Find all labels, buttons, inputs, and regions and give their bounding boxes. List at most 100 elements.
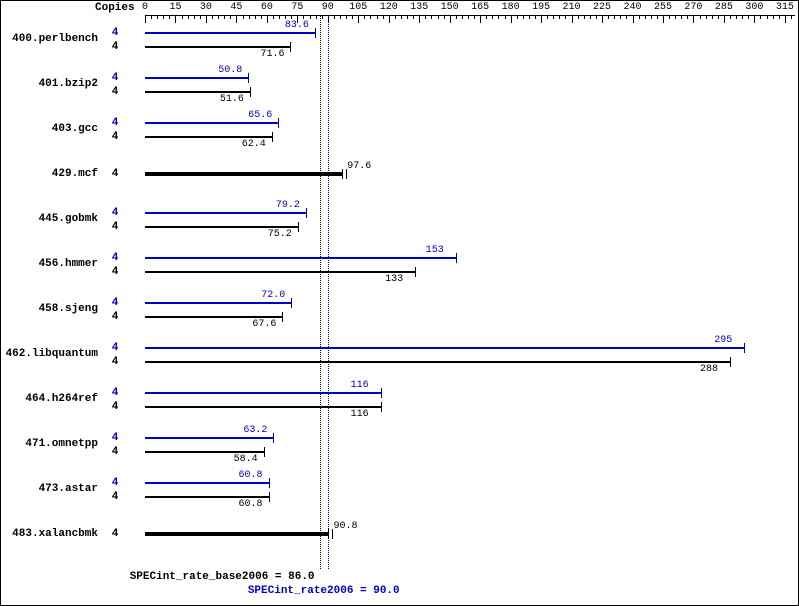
- axis-tick-minor: [620, 15, 621, 19]
- copies-peak: 4: [100, 72, 130, 84]
- copies-base: 4: [100, 266, 130, 278]
- axis-tick-minor: [425, 15, 426, 19]
- axis-tick-label: 255: [654, 2, 672, 13]
- axis-tick-minor: [462, 15, 463, 19]
- axis-tick-label: 75: [291, 2, 303, 13]
- axis-tick-minor: [748, 15, 749, 19]
- axis-tick-label: 270: [684, 2, 702, 13]
- axis-tick-minor: [218, 15, 219, 19]
- axis-tick-minor: [200, 15, 201, 19]
- value-label-peak: 63.2: [243, 425, 267, 436]
- axis-tick-minor: [285, 15, 286, 19]
- value-label-peak: 50.8: [218, 65, 242, 76]
- benchmark-name: 458.sjeng: [0, 303, 98, 315]
- bar-whisker: [306, 208, 307, 218]
- axis-tick-minor: [182, 15, 183, 19]
- axis-tick-minor: [529, 15, 530, 19]
- axis-tick-minor: [407, 15, 408, 19]
- axis-tick-minor: [779, 15, 780, 19]
- axis-tick-minor: [535, 15, 536, 19]
- axis-tick-minor: [444, 15, 445, 19]
- axis-tick-major: [724, 15, 725, 23]
- reference-line-peak_value: [328, 15, 329, 569]
- axis-tick-minor: [322, 15, 323, 19]
- axis-tick-major: [480, 15, 481, 23]
- value-label-base: 60.8: [239, 499, 263, 510]
- axis-tick-minor: [169, 15, 170, 19]
- axis-tick-minor: [791, 15, 792, 19]
- bar-base: [145, 46, 290, 48]
- bar-peak: [145, 347, 744, 349]
- axis-tick-minor: [626, 15, 627, 19]
- axis-tick-minor: [316, 15, 317, 19]
- bar-base: [145, 271, 415, 273]
- axis-tick-minor: [279, 15, 280, 19]
- axis-tick-minor: [675, 15, 676, 19]
- axis-tick-minor: [474, 15, 475, 19]
- axis-tick-label: 240: [623, 2, 641, 13]
- axis-tick-label: 165: [471, 2, 489, 13]
- copies-base: 4: [100, 491, 130, 503]
- axis-tick-label: 225: [593, 2, 611, 13]
- axis-tick-minor: [151, 15, 152, 19]
- axis-tick-label: 210: [563, 2, 581, 13]
- bar-base: [145, 496, 269, 498]
- axis-tick-label: 315: [776, 2, 794, 13]
- axis-tick-minor: [742, 15, 743, 19]
- axis-tick-minor: [639, 15, 640, 19]
- bar-whisker: [269, 478, 270, 488]
- axis-tick-label: 45: [230, 2, 242, 13]
- axis-tick-minor: [188, 15, 189, 19]
- value-label-base: 288: [700, 364, 718, 375]
- bar-peak: [145, 77, 248, 79]
- axis-tick-minor: [243, 15, 244, 19]
- axis-tick-minor: [517, 15, 518, 19]
- axis-tick-minor: [706, 15, 707, 19]
- axis-tick-minor: [590, 15, 591, 19]
- axis-tick-minor: [614, 15, 615, 19]
- axis-tick-label: 135: [410, 2, 428, 13]
- bar-whisker: [269, 492, 270, 502]
- bar-whisker: [273, 433, 274, 443]
- bar-base: [145, 451, 264, 453]
- bar-peak: [145, 437, 273, 439]
- axis-tick-major: [602, 15, 603, 23]
- value-label-base: 75.2: [268, 229, 292, 240]
- axis-tick-label: 90: [322, 2, 334, 13]
- value-label-base: 58.4: [234, 454, 258, 465]
- value-label-base: 71.6: [260, 49, 284, 60]
- axis-tick-label: 15: [169, 2, 181, 13]
- axis-tick-minor: [261, 15, 262, 19]
- bar-whisker: [730, 357, 731, 367]
- axis-tick-minor: [523, 15, 524, 19]
- copies-base: 4: [100, 41, 130, 53]
- bar-whisker: [298, 222, 299, 232]
- axis-tick-minor: [401, 15, 402, 19]
- axis-tick-minor: [547, 15, 548, 19]
- copies-base: 4: [100, 86, 130, 98]
- axis-tick-major: [511, 15, 512, 23]
- copies-base: 4: [100, 221, 130, 233]
- axis-tick-minor: [456, 15, 457, 19]
- bar-combined: [145, 172, 343, 176]
- bar-whisker: [381, 388, 382, 398]
- axis-tick-minor: [505, 15, 506, 19]
- axis-tick-minor: [498, 15, 499, 19]
- summary-base: SPECint_rate_base2006 = 86.0: [130, 571, 315, 583]
- axis-tick-major: [450, 15, 451, 23]
- axis-tick-major: [663, 15, 664, 23]
- axis-tick-major: [206, 15, 207, 23]
- benchmark-name: 464.h264ref: [0, 393, 98, 405]
- axis-tick-minor: [559, 15, 560, 19]
- copies-header: Copies: [95, 2, 135, 14]
- axis-tick-minor: [291, 15, 292, 19]
- axis-tick-minor: [492, 15, 493, 19]
- axis-tick-major: [693, 15, 694, 23]
- bar-peak: [145, 257, 456, 259]
- benchmark-name: 483.xalancbmk: [0, 528, 98, 540]
- axis-tick-major: [419, 15, 420, 23]
- bar-whisker: [282, 312, 283, 322]
- axis-tick-minor: [364, 15, 365, 19]
- axis-tick-minor: [681, 15, 682, 19]
- axis-tick-minor: [438, 15, 439, 19]
